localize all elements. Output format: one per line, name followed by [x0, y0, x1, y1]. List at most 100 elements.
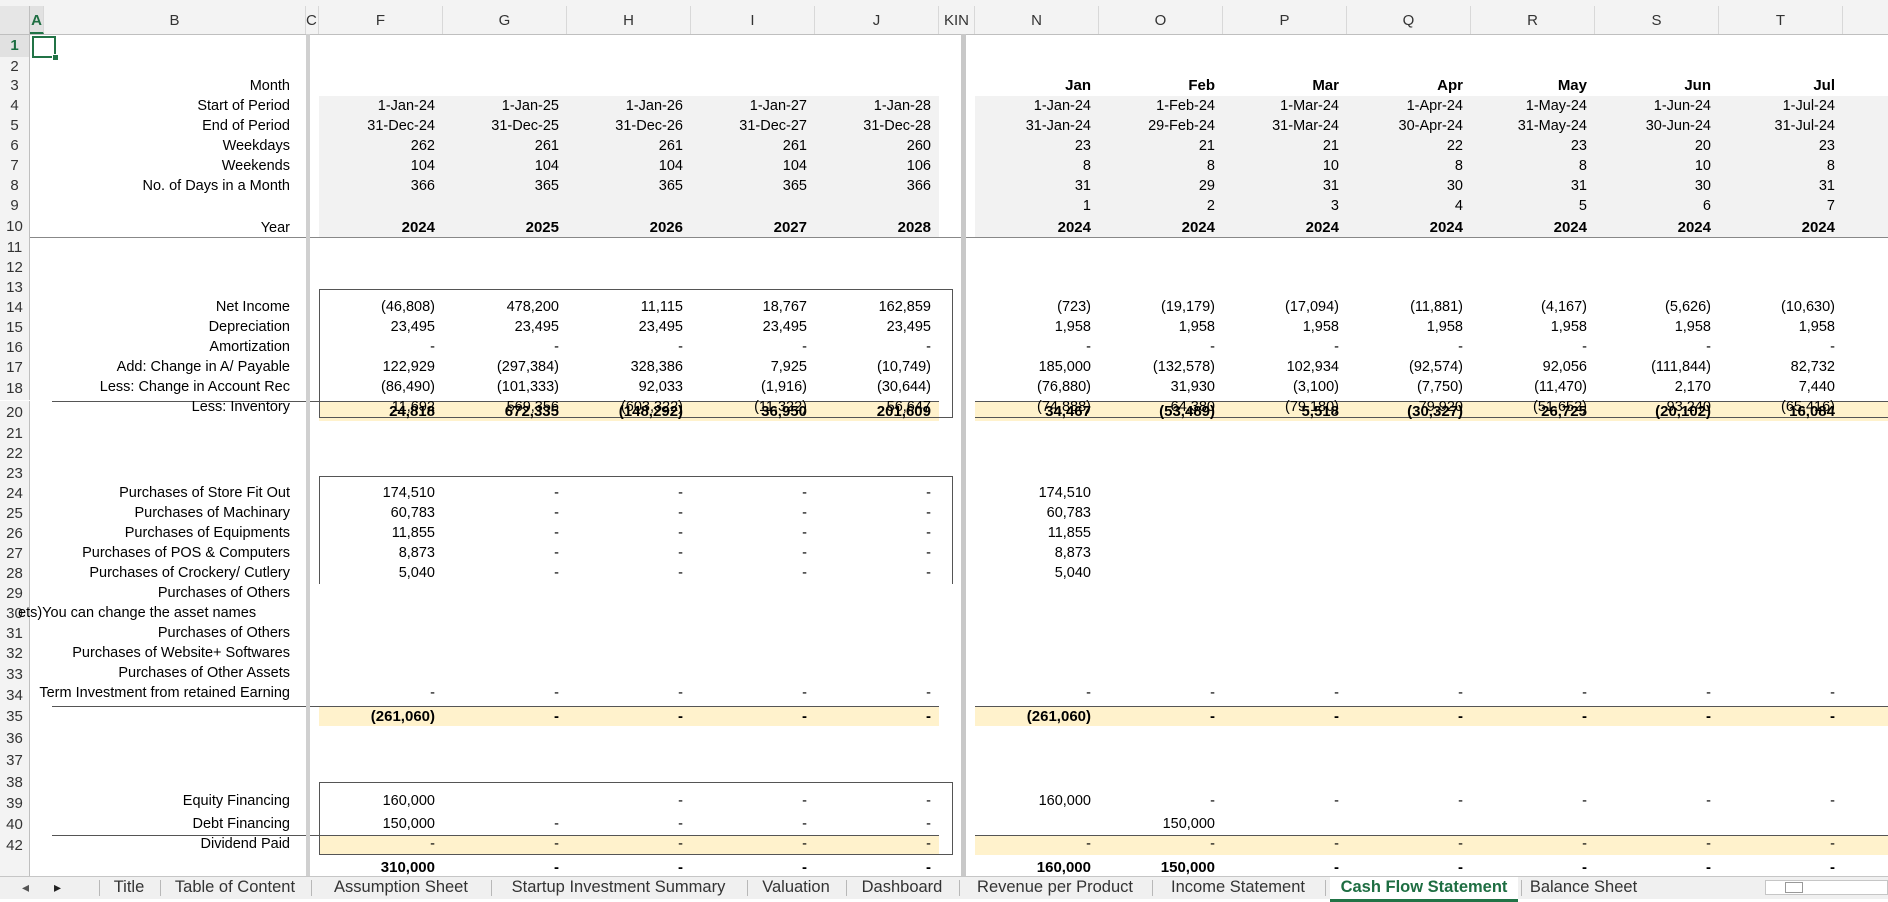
row-header-5[interactable]: 5: [0, 116, 30, 136]
horizontal-scrollbar[interactable]: [1765, 880, 1888, 895]
net-inv-a2: -: [678, 708, 683, 725]
row-header-25[interactable]: 25: [0, 504, 30, 524]
sheet-tab-valuation[interactable]: Valuation: [752, 877, 840, 899]
row-header-18[interactable]: 18: [0, 378, 30, 400]
fin-1-a4: -: [926, 816, 931, 832]
fill-handle[interactable]: [52, 54, 59, 61]
net-topline-m-inv: [975, 706, 1888, 707]
fin-2-a4: -: [926, 836, 931, 852]
column-header-s[interactable]: S: [1595, 6, 1719, 34]
sheet-tab-income-statement[interactable]: Income Statement: [1157, 877, 1319, 899]
row-header-32[interactable]: 32: [0, 644, 30, 664]
more-tabs-button[interactable]: [1680, 877, 1704, 899]
scrollbar-thumb[interactable]: [1785, 882, 1803, 893]
fin-label-0: Equity Financing: [182, 793, 290, 809]
column-header-i[interactable]: I: [691, 6, 815, 34]
row-header-38[interactable]: 38: [0, 772, 30, 794]
row-header-33[interactable]: 33: [0, 664, 30, 685]
sheet-tab-balance-sheet[interactable]: Balance Sheet: [1526, 877, 1641, 899]
column-header-p[interactable]: P: [1223, 6, 1347, 34]
row-header-36[interactable]: 36: [0, 728, 30, 750]
row-header-31[interactable]: 31: [0, 624, 30, 644]
column-header-q[interactable]: Q: [1347, 6, 1471, 34]
row-header-11[interactable]: 11: [0, 238, 30, 258]
inv-4-a2: -: [678, 565, 683, 581]
column-header-b[interactable]: B: [44, 6, 306, 34]
row-header-24[interactable]: 24: [0, 484, 30, 504]
spreadsheet-grid[interactable]: ABCIEFGHIJKINNOPQRST 1234567891011121314…: [0, 6, 1888, 876]
ops-3-m3: (92,574): [1408, 359, 1463, 375]
row-header-35[interactable]: 35: [0, 706, 30, 728]
row-header-22[interactable]: 22: [0, 444, 30, 464]
column-header-j[interactable]: J: [815, 6, 939, 34]
fin-1-a2: -: [678, 816, 683, 832]
row-header-37[interactable]: 37: [0, 750, 30, 772]
add-sheet-icon[interactable]: [1706, 877, 1730, 899]
row-header-27[interactable]: 27: [0, 544, 30, 564]
row-header-42[interactable]: 42: [0, 835, 30, 857]
row-header-3[interactable]: 3: [0, 76, 30, 96]
column-header-cie[interactable]: CIE: [306, 6, 319, 34]
row-header-20[interactable]: 20: [0, 401, 30, 424]
sheet-tab-assumption-sheet[interactable]: Assumption Sheet: [316, 877, 486, 899]
row-header-14[interactable]: 14: [0, 298, 30, 318]
row-header-28[interactable]: 28: [0, 564, 30, 584]
row-header-21[interactable]: 21: [0, 424, 30, 444]
net-fin-m1: 150,000: [1160, 859, 1215, 876]
period-label-2: End of Period: [202, 118, 290, 134]
row-header-1[interactable]: 1: [0, 35, 30, 57]
fin-0-m6: -: [1830, 793, 1835, 809]
row-header-10[interactable]: 10: [0, 216, 30, 238]
column-header-f[interactable]: F: [319, 6, 443, 34]
row-header-13[interactable]: 13: [0, 278, 30, 298]
net-inv-m1: -: [1210, 708, 1215, 725]
row-header-12[interactable]: 12: [0, 258, 30, 278]
net-fin-a4: -: [926, 859, 931, 876]
column-header-a[interactable]: A: [30, 6, 44, 34]
row-header-4[interactable]: 4: [0, 96, 30, 116]
sheet-tab-title[interactable]: Title: [104, 877, 154, 899]
ops-0-m1: (19,179): [1160, 299, 1215, 315]
scroll-right-icon[interactable]: ▸: [54, 877, 61, 899]
ops-3-m1: (132,578): [1152, 359, 1215, 375]
row-header-6[interactable]: 6: [0, 136, 30, 156]
row-header-26[interactable]: 26: [0, 524, 30, 544]
period-2-m2: 31-Mar-24: [1272, 118, 1339, 134]
sheet-tab-revenue-per-product[interactable]: Revenue per Product: [964, 877, 1146, 899]
row-header-39[interactable]: 39: [0, 794, 30, 814]
row-header-29[interactable]: 29: [0, 584, 30, 604]
net-inv-m2: -: [1334, 708, 1339, 725]
inv-1-a2: -: [678, 505, 683, 521]
sheet-tab-cash-flow-statement[interactable]: Cash Flow Statement: [1330, 877, 1518, 902]
scroll-left-icon[interactable]: ◂: [22, 877, 29, 899]
sheet-tab-dashboard[interactable]: Dashboard: [851, 877, 953, 899]
column-header-n[interactable]: N: [975, 6, 1099, 34]
row-header-15[interactable]: 15: [0, 318, 30, 338]
column-header-o[interactable]: O: [1099, 6, 1223, 34]
sheet-tab-table-of-content[interactable]: Table of Content: [165, 877, 305, 899]
row-header-17[interactable]: 17: [0, 358, 30, 378]
period-2-a4: 31-Dec-28: [863, 118, 931, 134]
fin-2-m2: -: [1334, 836, 1339, 852]
select-all-corner[interactable]: [0, 6, 30, 34]
row-header-2[interactable]: 2: [0, 57, 30, 76]
period-0-m6: Jul: [1813, 77, 1835, 94]
ops-4-m2: (3,100): [1293, 379, 1339, 395]
column-header-r[interactable]: R: [1471, 6, 1595, 34]
column-header-t[interactable]: T: [1719, 6, 1843, 34]
row-header-8[interactable]: 8: [0, 176, 30, 196]
row-header-7[interactable]: 7: [0, 156, 30, 176]
row-header-16[interactable]: 16: [0, 338, 30, 358]
row-header-40[interactable]: 40: [0, 814, 30, 835]
fin-0-a0: 160,000: [382, 793, 435, 809]
tab-separator-1: [160, 880, 161, 896]
row-header-9[interactable]: 9: [0, 196, 30, 216]
row-header-23[interactable]: 23: [0, 464, 30, 484]
column-header-h[interactable]: H: [567, 6, 691, 34]
frozen-pane-divider: [961, 34, 966, 876]
sheet-tab-startup-investment-summary[interactable]: Startup Investment Summary: [496, 877, 741, 899]
column-header-g[interactable]: G: [443, 6, 567, 34]
inv-0-a3: -: [802, 485, 807, 501]
period-7-m3: 2024: [1429, 219, 1463, 236]
column-header-kin[interactable]: KIN: [939, 6, 975, 34]
